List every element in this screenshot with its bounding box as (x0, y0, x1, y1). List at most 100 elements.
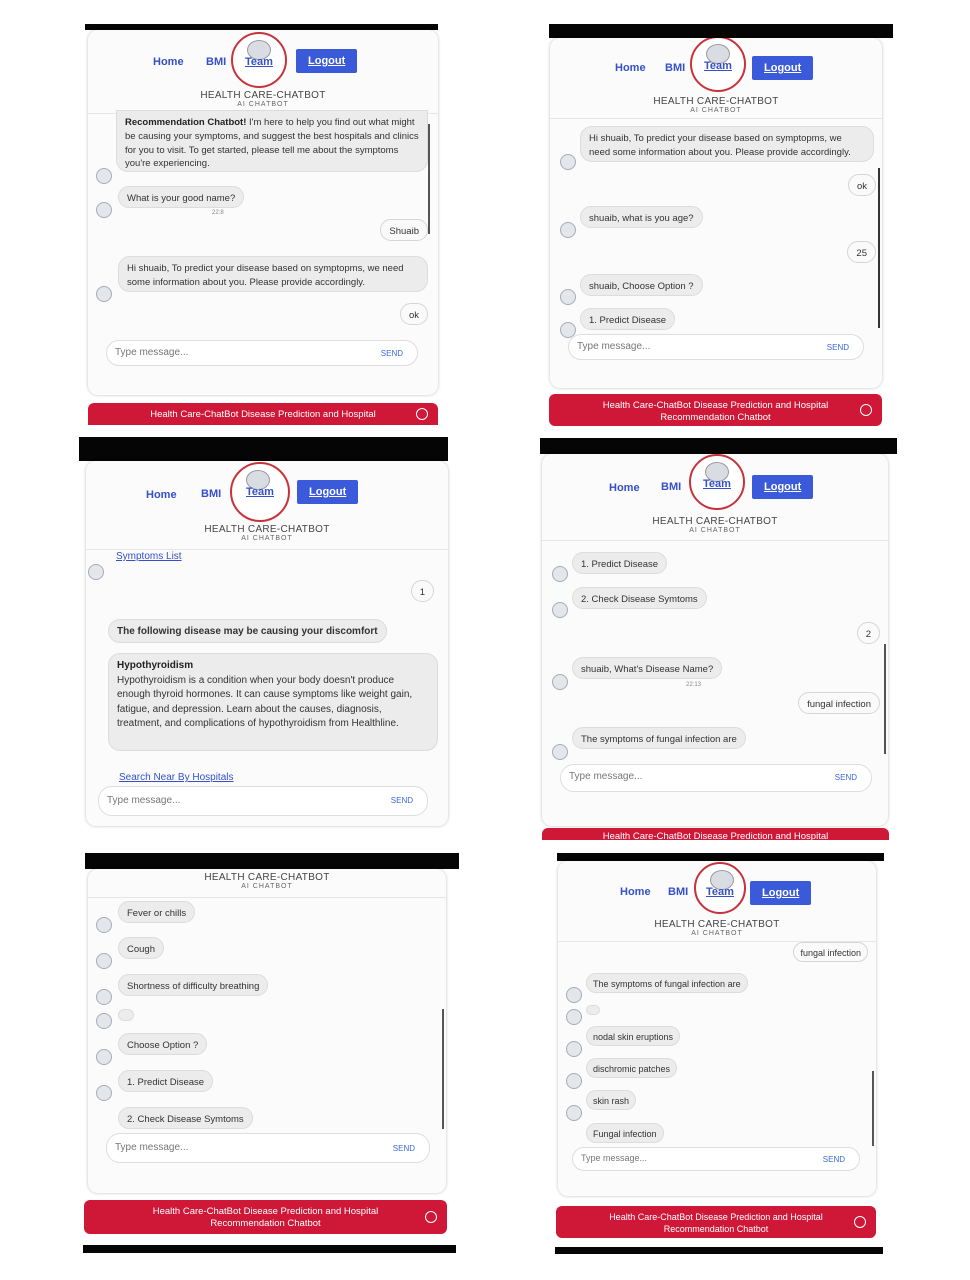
footer-banner: Health Care-ChatBot Disease Prediction a… (549, 394, 882, 426)
bot-message: Hi shuaib, To predict your disease based… (118, 256, 428, 292)
nav-bmi-link[interactable]: BMI (201, 488, 221, 500)
chat-bubble-icon[interactable] (860, 404, 872, 416)
bot-message: The symptoms of fungal infection are (572, 727, 746, 749)
nav-team-link[interactable]: Team (232, 486, 288, 498)
team-logo[interactable]: Team (230, 462, 290, 522)
option-button[interactable]: 2. Check Disease Symtoms (118, 1107, 253, 1129)
symptom-option[interactable]: nodal skin eruptions (586, 1026, 681, 1046)
nav-home-link[interactable]: Home (615, 62, 646, 74)
scrollbar[interactable] (878, 168, 880, 328)
bottom-black-bar (83, 1245, 456, 1253)
bot-avatar (566, 1073, 582, 1089)
message-time: 22:13 (686, 682, 702, 688)
send-button[interactable]: SEND (393, 1144, 415, 1153)
send-button[interactable]: SEND (391, 796, 413, 805)
logout-button[interactable]: Logout (752, 56, 814, 80)
footer-line-2: Recommendation Chatbot (660, 412, 771, 424)
chat-bubble-icon[interactable] (425, 1211, 437, 1223)
brand-title: HEALTH CARE-CHATBOT (204, 872, 330, 883)
nav-home-link[interactable]: Home (609, 482, 640, 494)
user-message: fungal infection (793, 942, 868, 962)
send-button[interactable]: SEND (823, 1155, 845, 1164)
search-hospitals-link[interactable]: Search Near By Hospitals (119, 772, 234, 783)
option-button[interactable]: 1. Predict Disease (572, 552, 668, 574)
message-input[interactable]: Type message... SEND (568, 334, 864, 360)
intro-bold: Recommendation Chatbot! (125, 117, 247, 128)
bot-avatar (560, 289, 576, 305)
send-button[interactable]: SEND (835, 773, 857, 782)
symptom-option[interactable]: Fungal infection (586, 1123, 664, 1143)
navbar: Home BMI Team Logout (542, 454, 888, 524)
message-input[interactable]: Type message... SEND (98, 786, 428, 816)
symptom-option[interactable]: Fever or chills (118, 901, 196, 923)
team-logo[interactable]: Team (694, 862, 746, 914)
footer-banner: Health Care-ChatBot Disease Prediction a… (84, 1200, 447, 1234)
bot-message: Recommendation Chatbot! I'm here to help… (116, 110, 428, 172)
nav-team-link[interactable]: Team (692, 60, 744, 72)
option-button[interactable]: 2. Check Disease Symtoms (572, 587, 707, 609)
brand-subtitle: AI CHATBOT (691, 930, 743, 937)
logout-button[interactable]: Logout (296, 49, 358, 73)
scrollbar[interactable] (442, 1009, 444, 1129)
footer-line-1: Health Care-ChatBot Disease Prediction a… (602, 400, 829, 411)
send-button[interactable]: SEND (381, 349, 403, 358)
option-button[interactable]: 1. Predict Disease (118, 1070, 214, 1092)
brand-title: HEALTH CARE-CHATBOT (200, 90, 326, 101)
bot-message: What is your good name? (118, 186, 245, 208)
disease-name: Hypothyroidism (117, 660, 194, 671)
bot-avatar (96, 1049, 112, 1065)
symptom-option[interactable]: skin rash (586, 1090, 637, 1110)
symptom-option[interactable]: dischromic patches (586, 1058, 678, 1078)
brand-header: HEALTH CARE-CHATBOT AI CHATBOT (86, 524, 448, 542)
send-button[interactable]: SEND (827, 343, 849, 352)
message-time: 22:8 (212, 210, 224, 216)
nav-bmi-link[interactable]: BMI (206, 56, 226, 68)
logout-button[interactable]: Logout (752, 475, 814, 499)
bot-avatar (552, 602, 568, 618)
nav-home-link[interactable]: Home (153, 56, 184, 68)
empty-bubble (586, 1005, 600, 1015)
chat-window-2: Home BMI Team Logout HEALTH CARE-CHATBOT… (550, 38, 882, 388)
scrollbar[interactable] (884, 644, 886, 754)
scrollbar[interactable] (872, 1071, 874, 1146)
header-divider (550, 118, 882, 119)
symptom-option[interactable]: Shortness of difficulty breathing (118, 974, 269, 996)
message-input[interactable]: Type message... SEND (572, 1147, 860, 1171)
team-logo[interactable]: Team (231, 32, 287, 88)
symptoms-list-link[interactable]: Symptoms List (116, 551, 182, 562)
message-input[interactable]: Type message... SEND (106, 340, 418, 366)
chat-bubble-icon[interactable] (854, 1216, 866, 1228)
user-message: ok (847, 174, 876, 196)
bot-message: The following disease may be causing you… (108, 619, 387, 643)
nav-team-link[interactable]: Team (696, 886, 744, 898)
message-placeholder: Type message... (577, 341, 651, 352)
nav-bmi-link[interactable]: BMI (668, 886, 688, 898)
option-button[interactable]: 1. Predict Disease (580, 308, 676, 330)
brand-subtitle: AI CHATBOT (690, 107, 742, 114)
logout-button[interactable]: Logout (297, 480, 359, 504)
footer-banner: Health Care-ChatBot Disease Prediction a… (556, 1206, 876, 1238)
message-input[interactable]: Type message... SEND (560, 764, 872, 792)
nav-team-link[interactable]: Team (691, 478, 743, 490)
scrollbar[interactable] (428, 124, 430, 234)
header-divider (86, 549, 448, 550)
brand-header: HEALTH CARE-CHATBOT AI CHATBOT (88, 90, 438, 108)
footer-line-1: Health Care-ChatBot Disease Prediction a… (602, 831, 829, 840)
team-logo[interactable]: Team (689, 454, 745, 510)
message-input[interactable]: Type message... SEND (106, 1133, 430, 1163)
nav-home-link[interactable]: Home (146, 489, 177, 501)
nav-bmi-link[interactable]: BMI (665, 62, 685, 74)
bot-message: Choose Option ? (118, 1033, 208, 1055)
chat-bubble-icon[interactable] (416, 408, 428, 420)
nav-home-link[interactable]: Home (620, 886, 651, 898)
team-logo[interactable]: Team (690, 38, 746, 92)
nav-team-link[interactable]: Team (233, 56, 285, 68)
disease-intro: The following disease may be causing you… (117, 626, 378, 637)
chat-window-3: Home BMI Team Logout HEALTH CARE-CHATBOT… (86, 461, 448, 826)
logout-button[interactable]: Logout (750, 881, 812, 905)
brand-header: HEALTH CARE-CHATBOT AI CHATBOT (542, 516, 888, 534)
bot-avatar (566, 987, 582, 1003)
symptom-option[interactable]: Cough (118, 937, 164, 959)
nav-bmi-link[interactable]: BMI (661, 481, 681, 493)
footer-banner: Health Care-ChatBot Disease Prediction a… (88, 403, 438, 425)
